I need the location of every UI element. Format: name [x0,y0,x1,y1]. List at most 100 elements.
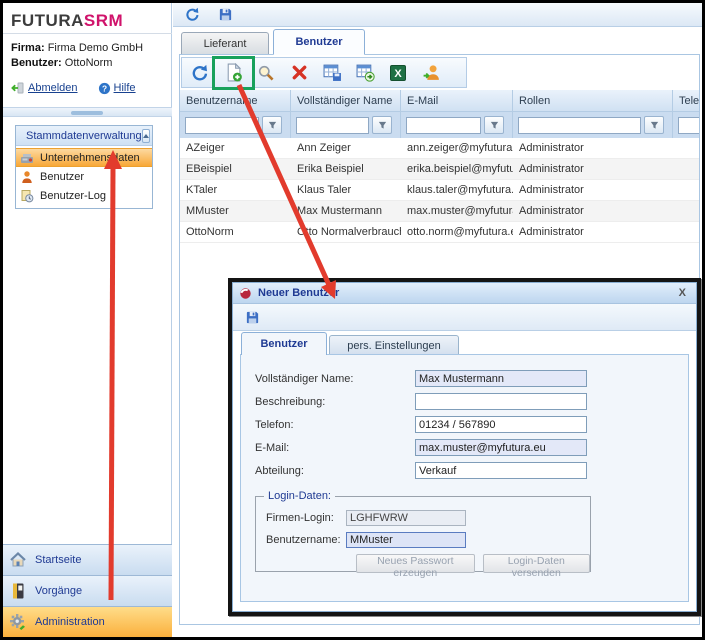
input-email[interactable] [415,439,587,456]
user-roles-button[interactable] [421,63,441,83]
table-row[interactable]: EBeispiel Erika Beispiel erika.beispiel@… [180,159,699,180]
dialog-titlebar[interactable]: Neuer Benutzer X [233,283,696,304]
refresh-button[interactable] [183,6,201,24]
dialog-app-icon [239,287,252,300]
neuer-benutzer-dialog: Neuer Benutzer X Benutzer pers. Einstell… [228,278,701,616]
nav-item-vorgaenge[interactable]: Vorgänge [3,575,172,606]
table-row[interactable]: KTaler Klaus Taler klaus.taler@myfutura.… [180,180,699,201]
filter-button[interactable] [484,116,504,134]
input-telefon[interactable] [415,416,587,433]
main-tabstrip: Lieferant Benutzer [173,27,702,55]
filter-input-telefon[interactable] [678,117,700,134]
column-header-email[interactable]: E-Mail [401,90,513,112]
tree-item-unternehmensdaten[interactable]: Unternehmensdaten [16,148,152,167]
filter-input-name[interactable] [296,117,369,134]
login-daten-fieldset: Login-Daten: Firmen-Login: Benutzername:… [255,496,591,572]
filter-button[interactable] [372,116,392,134]
input-firmen-login[interactable] [346,510,466,526]
neues-passwort-button[interactable]: Neues Passwort erzeugen [356,554,475,573]
column-header-rollen[interactable]: Rollen [513,90,673,112]
filter-input-benutzername[interactable] [185,117,259,134]
cell-email: max.muster@myfutura.eu [401,201,513,221]
user-value: OttoNorm [65,57,113,69]
cell-telefon [673,138,700,158]
refresh-icon [191,64,209,82]
tab-lieferant[interactable]: Lieferant [181,32,269,54]
cell-rollen: Administrator [513,222,673,242]
table-row[interactable]: AZeiger Ann Zeiger ann.zeiger@myfutura.e… [180,138,699,159]
cell-rollen: Administrator [513,138,673,158]
cell-rollen: Administrator [513,159,673,179]
cell-benutzername: MMuster [180,201,291,221]
svg-text:X: X [394,68,402,80]
grid-save-icon [323,63,342,82]
user-icon [20,170,34,184]
filter-input-rollen[interactable] [518,117,641,134]
input-abteilung[interactable] [415,462,587,479]
filter-button[interactable] [644,116,664,134]
cell-benutzername: AZeiger [180,138,291,158]
input-benutzername[interactable] [346,532,466,548]
field-label-vollstaendiger-name: Vollständiger Name: [255,373,415,385]
new-user-button[interactable] [223,63,243,83]
funnel-icon [489,120,500,131]
grid-refresh-button[interactable] [190,63,210,83]
filter-input-email[interactable] [406,117,481,134]
logo-futura: FUTURA [11,11,84,30]
new-entry-icon [224,63,243,82]
dialog-tab-pers-einstellungen[interactable]: pers. Einstellungen [329,335,459,355]
nav-item-label: Vorgänge [35,585,82,597]
field-label-firmen-login: Firmen-Login: [266,512,346,524]
search-icon [257,64,275,82]
cell-benutzername: EBeispiel [180,159,291,179]
search-button[interactable] [256,63,276,83]
splitter-grip [71,111,103,115]
grid-save-layout-button[interactable] [322,63,342,83]
cell-name: Klaus Taler [291,180,401,200]
bottom-nav: Startseite Vorgänge Administration [3,544,172,637]
tree-item-benutzer[interactable]: Benutzer [16,167,152,186]
column-header-telefon[interactable]: Telefon [673,90,700,112]
dialog-tabstrip: Benutzer pers. Einstellungen [233,331,696,355]
nav-item-administration[interactable]: Administration [3,606,172,637]
tree-item-benutzer-log[interactable]: Benutzer-Log [16,186,152,205]
delete-button[interactable] [289,63,309,83]
funnel-icon [649,120,660,131]
dialog-save-button[interactable] [243,308,261,326]
filter-button[interactable] [262,116,282,134]
stammdaten-panel: Stammdatenverwaltung Unternehmensdaten B… [15,125,153,209]
user-form: Vollständiger Name: Beschreibung: Telefo… [241,355,688,482]
cell-email: klaus.taler@myfutura.eu [401,180,513,200]
column-header-vollstaendiger-name[interactable]: Vollständiger Name [291,90,401,112]
tab-label: Benutzer [295,36,342,48]
funnel-icon [267,120,278,131]
table-row[interactable]: MMuster Max Mustermann max.muster@myfutu… [180,201,699,222]
input-beschreibung[interactable] [415,393,587,410]
tab-label: Lieferant [204,38,247,50]
dialog-tab-benutzer[interactable]: Benutzer [241,332,327,355]
table-row[interactable]: OttoNorm Otto Normalverbraucher otto.nor… [180,222,699,243]
input-vollstaendiger-name[interactable] [415,370,587,387]
grid-reset-layout-button[interactable] [355,63,375,83]
help-link[interactable]: ? Hilfe [98,82,136,95]
company-data-icon [20,151,34,165]
cell-telefon [673,201,700,221]
logout-link[interactable]: Abmelden [11,81,78,95]
quick-links: Abmelden ? Hilfe [11,81,136,95]
dialog-close-button[interactable]: X [675,287,690,299]
column-header-benutzername[interactable]: Benutzername [180,90,291,112]
svg-text:?: ? [101,83,106,93]
cell-benutzername: KTaler [180,180,291,200]
collapse-panel-button[interactable] [142,129,150,143]
gear-icon [9,613,27,631]
nav-item-startseite[interactable]: Startseite [3,544,172,575]
login-daten-versenden-button[interactable]: Login-Daten versenden [483,554,590,573]
cell-rollen: Administrator [513,180,673,200]
save-button[interactable] [216,6,234,24]
tree-panel-header[interactable]: Stammdatenverwaltung [16,126,152,146]
tab-benutzer[interactable]: Benutzer [273,29,365,55]
cell-email: ann.zeiger@myfutura.eu [401,138,513,158]
excel-export-button[interactable]: X [388,63,408,83]
field-label-beschreibung: Beschreibung: [255,396,415,408]
sidebar-splitter[interactable] [3,107,172,117]
